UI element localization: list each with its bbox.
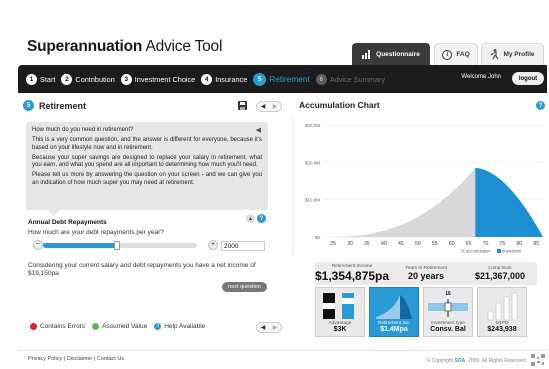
chevron-right-icon[interactable]: ▶ [273, 103, 278, 110]
footer-divider [18, 350, 547, 351]
x-tick-label: 85 [533, 241, 539, 247]
legend-label: accumulation [466, 249, 491, 254]
legend-help: ? Help Available [154, 323, 205, 330]
summary-thumbnails: Advantage $3K Retirement Inc. $1.4Mpa 16 I… [315, 287, 537, 339]
drawdown-area [475, 167, 543, 237]
x-tick-label: 50 [415, 241, 421, 247]
step-navigation: 1 Start 2 Contribution 3 Investment Choice … [18, 65, 547, 93]
welcome-text: Welcome John [461, 74, 501, 80]
chart-svg: $0 $10.0M $20.0M $30.0M 25 30 35 40 45 50 55 60 65 70… [305, 123, 543, 254]
section-heading: 5 Retirement [23, 100, 86, 111]
thumb-dtpd[interactable]: DTPD $243,938 [477, 287, 527, 337]
walking-person-icon [491, 49, 500, 60]
green-dot-icon [92, 323, 100, 330]
y-tick-label: $0 [315, 235, 321, 240]
step-investment-choice[interactable]: 3 Investment Choice [120, 73, 195, 85]
step-insurance[interactable]: 4 Insurance [201, 73, 247, 85]
legend-label: drawdown [502, 249, 522, 254]
chevron-left-icon[interactable]: ◀ [261, 324, 266, 331]
footer-links[interactable]: Privacy Policy | Disclaimer | Contact Us [28, 356, 124, 362]
app-root: Superannuation Advice Tool Questionnaire… [0, 0, 549, 369]
info-icon: i [442, 49, 453, 60]
speaker-icon[interactable]: ◀ [256, 127, 261, 134]
investment-mark-label: 16 [445, 291, 451, 297]
legend-errors: Contains Errors [30, 323, 85, 330]
advantage-bars-icon [323, 293, 354, 319]
y-tick-label: $30.0M [305, 123, 320, 128]
collapse-icon[interactable]: ▲ [246, 214, 255, 223]
slider-handle[interactable] [113, 241, 120, 250]
slider-fill [43, 243, 117, 248]
annual-debt-heading: Annual Debt Repayments [28, 219, 107, 226]
y-tick-label: $10.0M [305, 198, 320, 203]
debt-question: How much are your debt repayments per ye… [28, 229, 164, 236]
slider-track[interactable] [43, 241, 197, 250]
tab-questionnaire[interactable]: Questionnaire [352, 43, 430, 65]
stat-retirement-income: Retirement Income $1,354,875pa [315, 264, 390, 283]
intro-text-box: ◀ How much do you need in retirement? Th… [26, 122, 268, 216]
chevron-right-icon[interactable]: ▶ [273, 324, 278, 331]
decrease-button[interactable]: − [33, 240, 43, 250]
legend-swatch [497, 249, 501, 253]
thumb-retirement-income[interactable]: Retirement Inc. $1.4Mpa [369, 287, 419, 337]
tab-faq[interactable]: i FAQ [434, 43, 478, 65]
x-tick-label: 45 [398, 241, 404, 247]
increase-button[interactable]: + [208, 240, 218, 250]
chevron-left-icon[interactable]: ◀ [261, 103, 266, 110]
x-tick-label: 30 [347, 241, 353, 247]
y-tick-label: $20.0M [305, 160, 320, 165]
step-retirement[interactable]: 5 Retirement [253, 72, 310, 86]
debt-amount-input[interactable] [221, 241, 265, 251]
dtpd-bars-icon [487, 292, 518, 321]
save-icon[interactable] [238, 101, 250, 111]
x-tick-label: 40 [381, 241, 387, 247]
x-tick-label: 70 [483, 241, 489, 247]
stat-years-in-retirement: Years in Retirement 20 years [405, 266, 448, 281]
x-tick-label: 55 [432, 241, 438, 247]
x-tick-label: 75 [499, 241, 505, 247]
x-tick-label: 65 [466, 241, 472, 247]
status-legend: Contains Errors Assumed Value ? Help Avai… [30, 323, 212, 330]
retirement-area-icon [376, 295, 412, 319]
step-contribution[interactable]: 2 Contribution [61, 73, 115, 85]
x-tick-label: 35 [364, 241, 370, 247]
net-income-summary: Considering your current salary and debt… [28, 262, 256, 277]
legend-assumed: Assumed Value [92, 323, 147, 330]
x-tick-label: 25 [330, 241, 336, 247]
help-icon[interactable]: ? [257, 214, 266, 223]
legend-swatch [461, 249, 465, 253]
retirement-stats: Retirement Income $1,354,875pa Years in R… [315, 262, 537, 285]
qr-code-icon [531, 354, 545, 366]
app-title: Superannuation Advice Tool [27, 38, 223, 55]
thumb-advantage[interactable]: Advantage $3K [315, 287, 365, 337]
thumb-investment-type[interactable]: 16 Investment type Consv. Bal [423, 287, 473, 337]
logout-button[interactable]: logout [512, 72, 544, 85]
tab-my-profile[interactable]: My Profile [481, 43, 544, 65]
chart-help-icon[interactable]: ? [536, 101, 545, 110]
step-advice-summary[interactable]: 6 Advice Summary [315, 73, 385, 85]
section-pager[interactable]: ◀ ▶ [256, 101, 282, 112]
accumulation-area [323, 167, 476, 237]
bar-chart-icon [362, 49, 371, 59]
x-tick-label: 80 [516, 241, 522, 247]
copyright: © Copyright SOA, 2009. All Rights Reserv… [426, 358, 527, 364]
chart-title: Accumulation Chart [299, 100, 380, 110]
bottom-pager[interactable]: ◀ ▶ [256, 322, 282, 333]
stat-lump-sum: Lump Sum $21,367,000 [474, 266, 526, 281]
x-tick-label: 60 [449, 241, 455, 247]
next-question-button[interactable]: next question [222, 282, 267, 292]
red-dot-icon [30, 323, 37, 330]
help-dot-icon: ? [154, 323, 162, 330]
debt-slider[interactable]: − + [33, 240, 218, 252]
step-start[interactable]: 1 Start [26, 73, 55, 85]
accumulation-chart: $0 $10.0M $20.0M $30.0M 25 30 35 40 45 50 55 60 65 70… [292, 117, 546, 255]
